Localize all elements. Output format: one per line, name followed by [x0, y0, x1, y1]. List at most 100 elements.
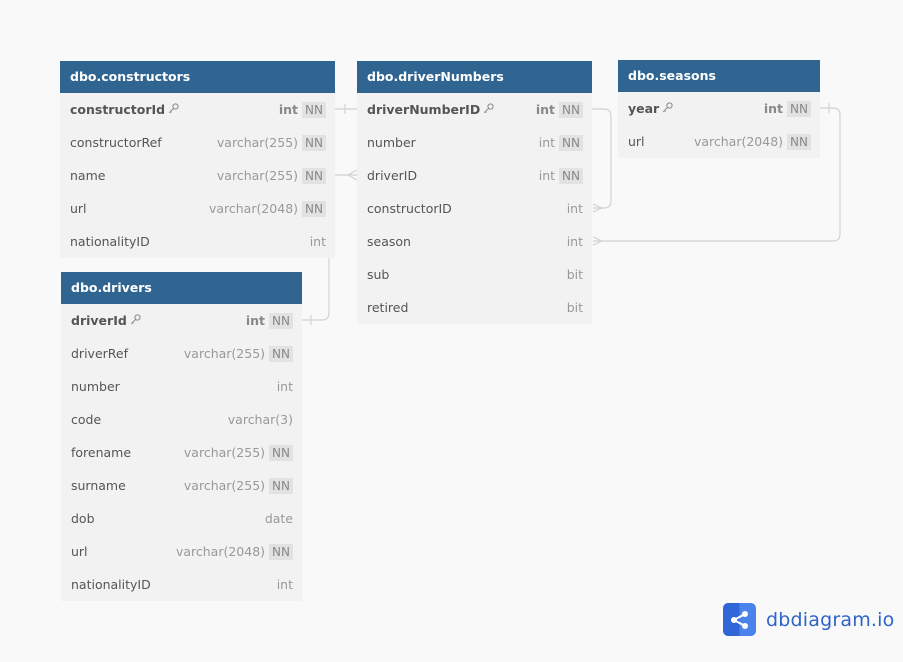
- column-meta: int NN: [763, 100, 811, 117]
- column-name: sub: [367, 267, 390, 282]
- column-type: varchar(255): [183, 346, 266, 361]
- table-constructors[interactable]: dbo.constructors constructorId int NN const…: [60, 61, 335, 258]
- table-row[interactable]: constructorId int NN: [60, 93, 335, 126]
- column-name-group: driverNumberID: [367, 102, 494, 117]
- column-name: driverNumberID: [367, 102, 481, 117]
- column-meta: varchar(3): [228, 412, 293, 427]
- column-meta: varchar(255) NN: [183, 345, 293, 362]
- table-header[interactable]: dbo.driverNumbers: [357, 61, 592, 93]
- table-row[interactable]: number int: [61, 370, 302, 403]
- not-null-badge: NN: [269, 477, 293, 494]
- key-icon: [662, 101, 673, 116]
- column-name: nationalityID: [70, 234, 150, 249]
- not-null-badge: NN: [302, 101, 326, 118]
- column-meta: int: [277, 577, 293, 592]
- column-type: varchar(3): [227, 412, 293, 427]
- column-meta: bit: [567, 267, 583, 282]
- column-name: name: [70, 168, 106, 183]
- table-row[interactable]: forename varchar(255) NN: [61, 436, 302, 469]
- table-header[interactable]: dbo.seasons: [618, 60, 820, 92]
- column-name: season: [367, 234, 411, 249]
- column-meta: int NN: [536, 101, 583, 118]
- table-row[interactable]: constructorID int: [357, 192, 592, 225]
- column-meta: varchar(2048) NN: [693, 133, 811, 150]
- column-type: varchar(2048): [208, 201, 299, 216]
- column-name: constructorRef: [70, 135, 162, 150]
- not-null-badge: NN: [269, 345, 293, 362]
- column-type: varchar(255): [183, 478, 266, 493]
- column-name: url: [628, 134, 645, 149]
- not-null-badge: NN: [559, 101, 583, 118]
- table-row[interactable]: nationalityID int: [61, 568, 302, 601]
- table-row[interactable]: driverID int NN: [357, 159, 592, 192]
- column-type: varchar(255): [216, 168, 299, 183]
- not-null-badge: NN: [269, 543, 293, 560]
- table-row[interactable]: driverId int NN: [61, 304, 302, 337]
- column-meta: bit: [567, 300, 583, 315]
- column-type: varchar(2048): [693, 134, 784, 149]
- table-row[interactable]: dob date: [61, 502, 302, 535]
- table-row[interactable]: constructorRef varchar(255) NN: [60, 126, 335, 159]
- column-name: constructorID: [367, 201, 452, 216]
- column-type: bit: [566, 267, 583, 282]
- table-row[interactable]: driverRef varchar(255) NN: [61, 337, 302, 370]
- column-meta: varchar(255) NN: [216, 134, 326, 151]
- not-null-badge: NN: [269, 312, 293, 329]
- table-row[interactable]: url varchar(2048) NN: [60, 192, 335, 225]
- column-type: int: [763, 101, 784, 116]
- column-type: int: [278, 102, 299, 117]
- column-type: int: [538, 168, 556, 183]
- column-name: retired: [367, 300, 409, 315]
- table-header[interactable]: dbo.constructors: [60, 61, 335, 93]
- table-row[interactable]: name varchar(255) NN: [60, 159, 335, 192]
- column-meta: varchar(2048) NN: [176, 543, 293, 560]
- column-meta: int: [277, 379, 293, 394]
- table-row[interactable]: code varchar(3): [61, 403, 302, 436]
- column-name: driverId: [71, 313, 127, 328]
- column-name: dob: [71, 511, 95, 526]
- table-row[interactable]: url varchar(2048) NN: [61, 535, 302, 568]
- column-name-group: year: [628, 101, 673, 116]
- column-name: year: [628, 101, 660, 116]
- table-row[interactable]: number int NN: [357, 126, 592, 159]
- table-row[interactable]: url varchar(2048) NN: [618, 125, 820, 158]
- column-name: driverRef: [71, 346, 128, 361]
- not-null-badge: NN: [787, 100, 811, 117]
- table-drivers[interactable]: dbo.drivers driverId int NN driverRef varcha…: [61, 272, 302, 601]
- column-name: url: [70, 201, 87, 216]
- table-driverNumbers[interactable]: dbo.driverNumbers driverNumberID int NN num…: [357, 61, 592, 324]
- table-row[interactable]: driverNumberID int NN: [357, 93, 592, 126]
- column-meta: int NN: [278, 101, 326, 118]
- not-null-badge: NN: [559, 134, 583, 151]
- table-row[interactable]: year int NN: [618, 92, 820, 125]
- column-type: int: [566, 201, 583, 216]
- not-null-badge: NN: [559, 167, 583, 184]
- table-row[interactable]: nationalityID int: [60, 225, 335, 258]
- column-meta: varchar(2048) NN: [208, 200, 326, 217]
- column-name: driverID: [367, 168, 418, 183]
- column-meta: varchar(255) NN: [183, 477, 293, 494]
- column-meta: int NN: [538, 134, 583, 151]
- not-null-badge: NN: [787, 133, 811, 150]
- table-row[interactable]: season int: [357, 225, 592, 258]
- column-meta: date: [265, 511, 293, 526]
- column-type: int: [309, 234, 326, 249]
- column-name: url: [71, 544, 88, 559]
- column-type: int: [538, 135, 556, 150]
- table-row[interactable]: sub bit: [357, 258, 592, 291]
- brand-logo[interactable]: dbdiagram.io: [723, 603, 894, 636]
- not-null-badge: NN: [302, 167, 326, 184]
- table-row[interactable]: surname varchar(255) NN: [61, 469, 302, 502]
- table-header[interactable]: dbo.drivers: [61, 272, 302, 304]
- brand-name: dbdiagram.io: [766, 608, 895, 631]
- column-meta: varchar(255) NN: [184, 444, 293, 461]
- column-name: constructorId: [70, 102, 166, 117]
- column-type: varchar(255): [216, 135, 299, 150]
- column-type: bit: [566, 300, 583, 315]
- not-null-badge: NN: [269, 444, 293, 461]
- table-seasons[interactable]: dbo.seasons year int NN url varchar(2048) NN: [618, 60, 820, 158]
- key-icon: [168, 102, 179, 117]
- table-row[interactable]: retired bit: [357, 291, 592, 324]
- key-icon: [483, 102, 494, 117]
- column-meta: int: [567, 234, 583, 249]
